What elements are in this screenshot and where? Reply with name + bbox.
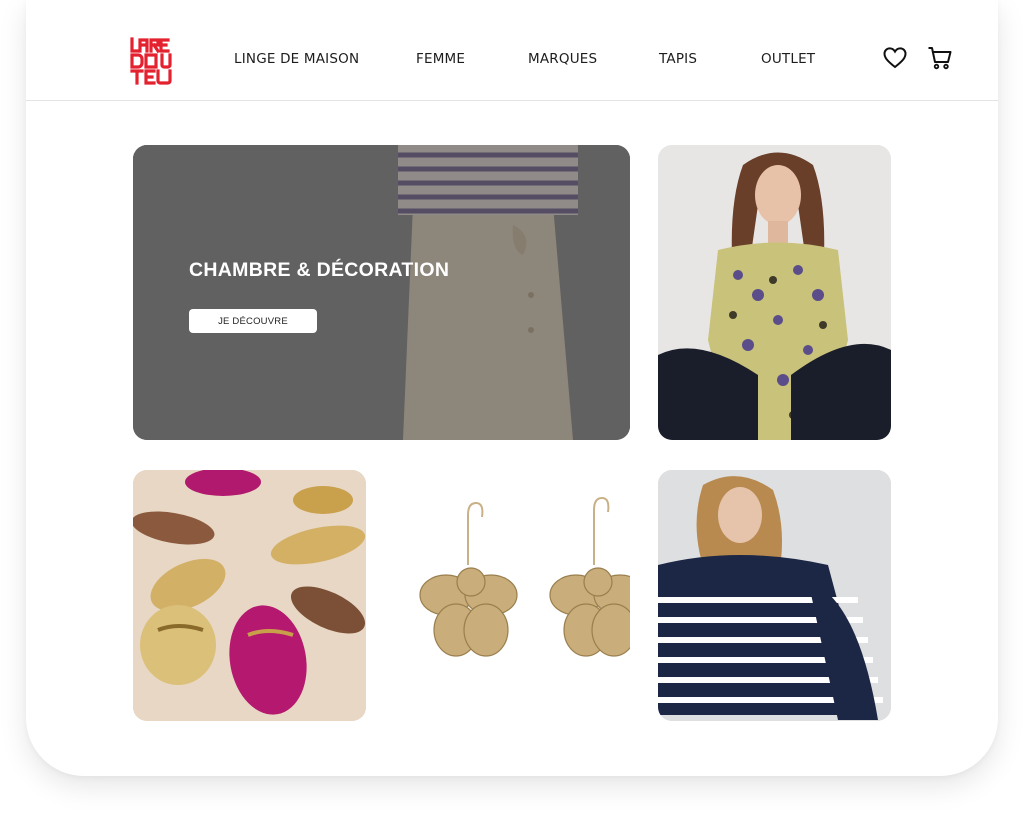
cart-icon[interactable] [927,45,953,71]
discover-button[interactable]: JE DÉCOUVRE [189,309,317,333]
flower-earrings-photo [396,470,630,721]
heart-icon[interactable] [882,45,908,71]
product-tile-earrings[interactable] [396,470,630,721]
browser-frame: LINGE DE MAISON FEMME MARQUES TAPIS OUTL… [26,0,998,776]
nav-item-tapis[interactable]: TAPIS [659,51,697,67]
woman-in-striped-sweater-photo [658,470,891,721]
product-tile-loafers[interactable] [133,470,366,721]
nav-item-femme[interactable]: FEMME [416,51,465,67]
hero-title: CHAMBRE & DÉCORATION [189,259,450,281]
nav-item-linge-de-maison[interactable]: LINGE DE MAISON [234,51,359,67]
nav-item-marques[interactable]: MARQUES [528,51,597,67]
product-tile-sweater[interactable] [658,470,891,721]
loafers-photo [133,470,366,721]
hero-overlay [133,145,630,440]
brand-logo[interactable] [130,37,178,85]
site-header: LINGE DE MAISON FEMME MARQUES TAPIS OUTL… [26,0,998,101]
woman-in-leopard-print-blouse-photo [658,145,891,440]
nav-item-outlet[interactable]: OUTLET [761,51,815,67]
product-tile-blouse[interactable] [658,145,891,440]
hero-banner[interactable]: CHAMBRE & DÉCORATION JE DÉCOUVRE [133,145,630,440]
